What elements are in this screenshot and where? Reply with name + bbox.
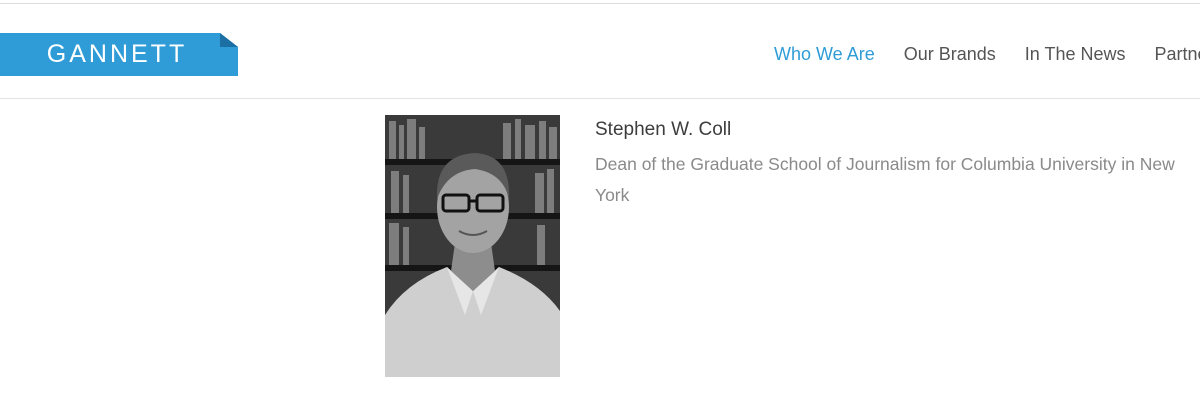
- nav-item-who-we-are[interactable]: Who We Are: [774, 44, 875, 65]
- page: GANNETT Who We Are Our Brands In The New…: [0, 0, 1200, 407]
- nav-item-our-brands[interactable]: Our Brands: [904, 44, 996, 65]
- header-divider: [0, 98, 1200, 99]
- portrait-photo-icon: [385, 115, 560, 377]
- nav-item-partners[interactable]: Partne: [1155, 44, 1200, 65]
- profile-photo: [385, 115, 560, 377]
- profile-title: Dean of the Graduate School of Journalis…: [595, 154, 1175, 205]
- logo-text: GANNETT: [46, 40, 188, 68]
- site-header: GANNETT Who We Are Our Brands In The New…: [0, 4, 1200, 99]
- gannett-logo[interactable]: GANNETT: [0, 33, 238, 76]
- main-nav: Who We Are Our Brands In The News Partne: [761, 44, 1200, 65]
- nav-item-in-the-news[interactable]: In The News: [1025, 44, 1126, 65]
- profile-name: Stephen W. Coll: [595, 119, 732, 140]
